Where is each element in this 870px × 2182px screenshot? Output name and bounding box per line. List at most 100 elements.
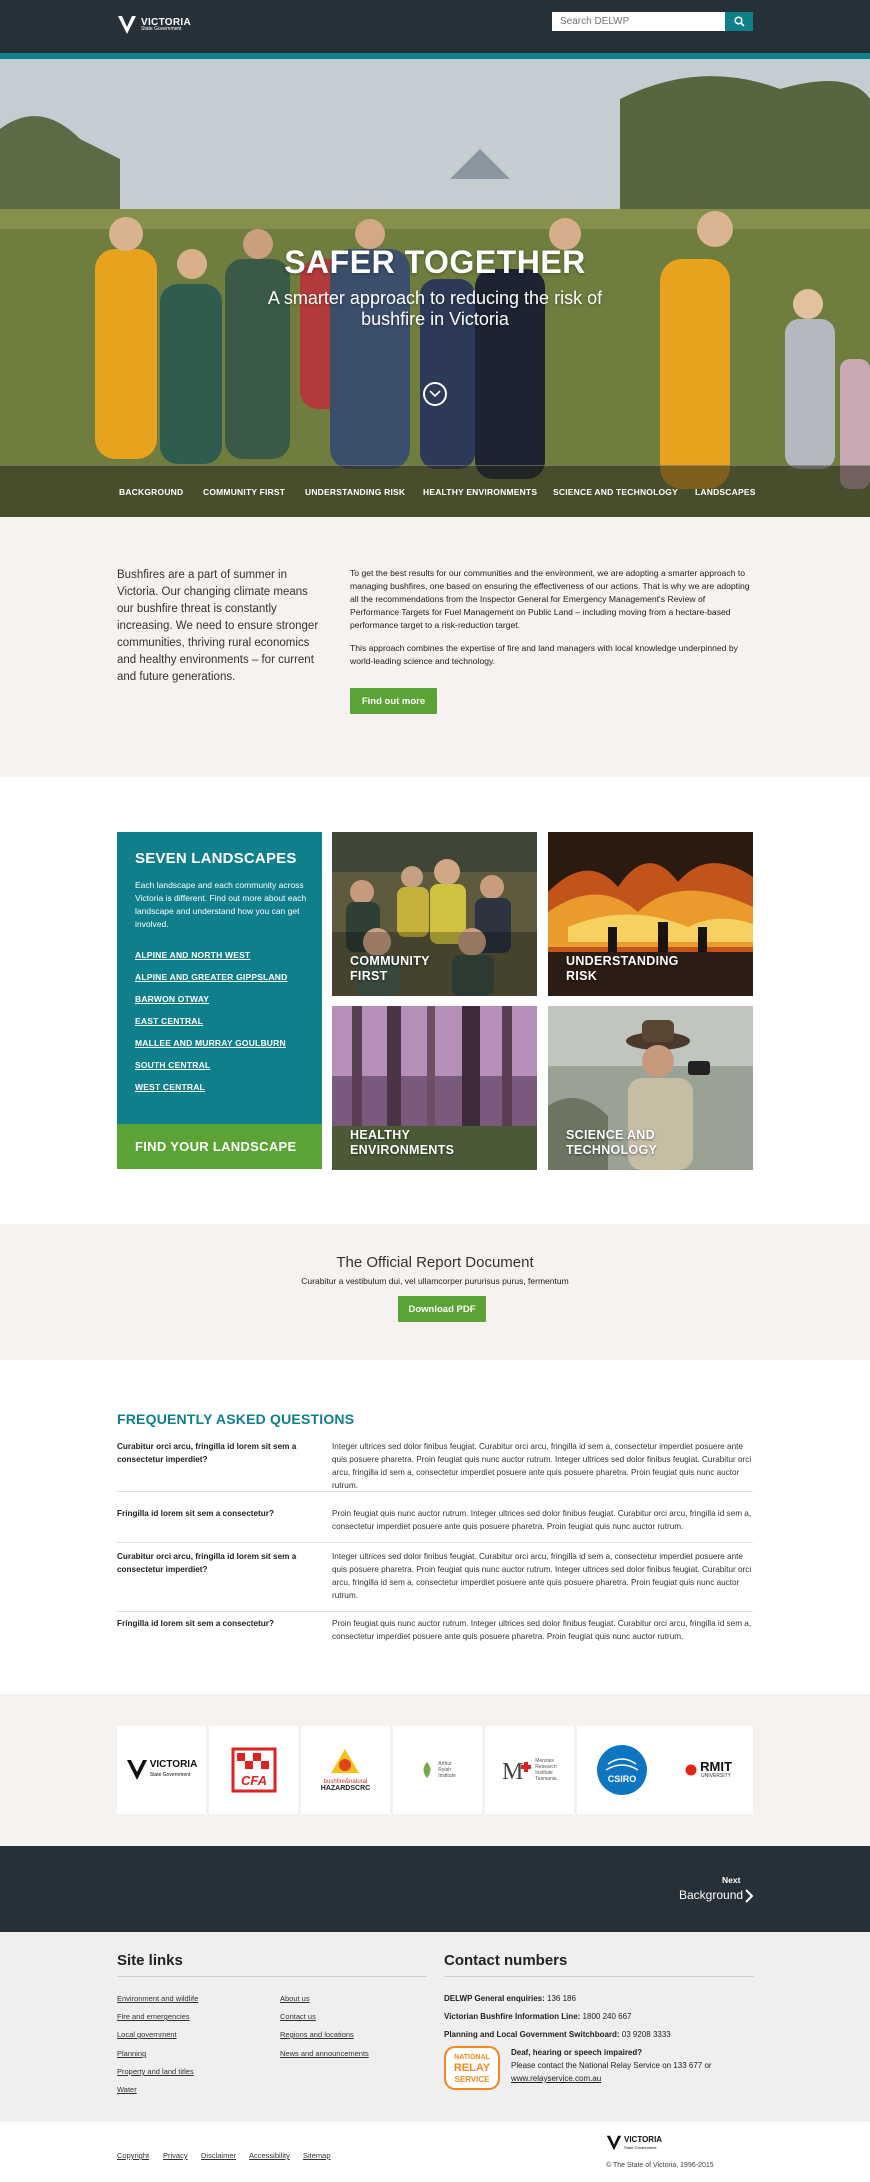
csiro-logo-icon: CSIRO bbox=[596, 1745, 647, 1795]
tile-label: HEALTHY ENVIRONMENTS bbox=[350, 1128, 455, 1157]
footer-victoria-logo[interactable]: VICTORIA State Government bbox=[606, 2134, 662, 2152]
tile-science-and-technology[interactable]: SCIENCE AND TECHNOLOGY bbox=[548, 1006, 753, 1170]
site-header: VICTORIA State Government bbox=[0, 0, 870, 53]
footer-link[interactable]: Planning bbox=[117, 2049, 146, 2058]
menzies-cross-icon: M bbox=[502, 1759, 532, 1783]
disclaimer-link[interactable]: Disclaimer bbox=[201, 2151, 236, 2160]
footer-link[interactable]: Water bbox=[117, 2085, 137, 2094]
cfa-logo-icon: CFA bbox=[231, 1747, 276, 1793]
landscape-links: ALPINE AND NORTH WEST ALPINE AND GREATER… bbox=[135, 950, 287, 1104]
landscape-link-west-central[interactable]: WEST CENTRAL bbox=[135, 1082, 287, 1104]
victoria-logo-mark-icon bbox=[126, 1760, 147, 1780]
hero-banner: SAFER TOGETHER A smarter approach to red… bbox=[0, 59, 870, 517]
landscape-link-barwon-otway[interactable]: BARWON OTWAY bbox=[135, 994, 287, 1016]
nav-background[interactable]: BACKGROUND bbox=[119, 487, 183, 497]
sitemap-link[interactable]: Sitemap bbox=[303, 2151, 331, 2160]
bnhcrc-logo-icon bbox=[331, 1749, 360, 1773]
contact-numbers-title: Contact numbers bbox=[444, 1952, 568, 1969]
svg-text:RELAY: RELAY bbox=[454, 2062, 491, 2074]
svg-text:NATIONAL: NATIONAL bbox=[454, 2054, 490, 2061]
faq-item[interactable]: Fringilla id lorem sit sem a consectetur… bbox=[117, 1507, 753, 1543]
chevron-right-icon bbox=[745, 1889, 754, 1903]
faq-item[interactable]: Curabitur orci arcu, fringilla id lorem … bbox=[117, 1550, 753, 1612]
footer-link[interactable]: Environment and wildlife bbox=[117, 1994, 198, 2003]
search-input[interactable] bbox=[552, 12, 725, 31]
faq-item[interactable]: Curabitur orci arcu, fringilla id lorem … bbox=[117, 1440, 753, 1492]
footer-link[interactable]: Regions and locations bbox=[280, 2030, 354, 2039]
nav-healthy-environments[interactable]: HEALTHY ENVIRONMENTS bbox=[423, 487, 537, 497]
landscape-link-alpine-gippsland[interactable]: ALPINE AND GREATER GIPPSLAND bbox=[135, 972, 287, 994]
partner-csiro-logo[interactable]: CSIRO bbox=[577, 1726, 666, 1814]
tile-label: UNDERSTANDING RISK bbox=[566, 954, 679, 983]
relay-link[interactable]: www.relayservice.com.au bbox=[511, 2074, 601, 2083]
faq-answer: Integer ultrices sed dolor finibus feugi… bbox=[332, 1552, 752, 1600]
next-page-bar[interactable]: Next Background bbox=[0, 1846, 870, 1932]
footer-link[interactable]: Fire and emergencies bbox=[117, 2012, 190, 2021]
partner-cfa-logo[interactable]: CFA bbox=[209, 1726, 298, 1814]
landscapes-description: Each landscape and each community across… bbox=[135, 880, 307, 929]
landscape-link-south-central[interactable]: SOUTH CENTRAL bbox=[135, 1060, 287, 1082]
find-your-landscape-button[interactable]: FIND YOUR LANDSCAPE bbox=[117, 1124, 322, 1169]
tile-understanding-risk[interactable]: UNDERSTANDING RISK bbox=[548, 832, 753, 996]
faq-question: Curabitur orci arcu, fringilla id lorem … bbox=[117, 1442, 297, 1464]
landscape-link-mallee-murray-goulburn[interactable]: MALLEE AND MURRAY GOULBURN bbox=[135, 1038, 287, 1060]
landscape-link-east-central[interactable]: EAST CENTRAL bbox=[135, 1016, 287, 1038]
partner-arthur-rylah-logo[interactable]: Arthur Rylah Institute bbox=[393, 1726, 482, 1814]
contact-line: Planning and Local Government Switchboar… bbox=[444, 2030, 671, 2039]
partner-victoria-logo[interactable]: VICTORIA State Government bbox=[117, 1726, 206, 1814]
faq-item[interactable]: Fringilla id lorem sit sem a consectetur… bbox=[117, 1617, 753, 1653]
contact-line: Victorian Bushfire Information Line: 180… bbox=[444, 2012, 632, 2021]
svg-text:CSIRO: CSIRO bbox=[607, 1774, 636, 1784]
partner-menzies-logo[interactable]: M Menzies Research Institute Tasmania bbox=[485, 1726, 574, 1814]
leaf-icon bbox=[423, 1762, 431, 1778]
intro-paragraph-1: To get the best results for our communit… bbox=[350, 568, 750, 630]
rmit-logo-icon bbox=[685, 1764, 697, 1776]
footer-link[interactable]: Local government bbox=[117, 2030, 177, 2039]
nav-science-and-technology[interactable]: SCIENCE AND TECHNOLOGY bbox=[553, 487, 678, 497]
faq-answer: Integer ultrices sed dolor finibus feugi… bbox=[332, 1442, 752, 1490]
divider bbox=[117, 1976, 427, 1977]
footer-link[interactable]: About us bbox=[280, 1994, 310, 2003]
tile-community-first[interactable]: COMMUNITY FIRST bbox=[332, 832, 537, 996]
landscape-link-alpine-north-west[interactable]: ALPINE AND NORTH WEST bbox=[135, 950, 287, 972]
faq-answer: Proin feugiat quis nunc auctor rutrum. I… bbox=[332, 1619, 752, 1641]
nav-landscapes[interactable]: LANDSCAPES bbox=[695, 487, 756, 497]
footer-link[interactable]: Property and land titles bbox=[117, 2067, 194, 2076]
partner-bnhcrc-logo[interactable]: bushfire&natural HAZARDSCRC bbox=[301, 1726, 390, 1814]
svg-text:M: M bbox=[502, 1759, 523, 1783]
find-out-more-button[interactable]: Find out more bbox=[350, 688, 437, 714]
intro-section: Bushfires are a part of summer in Victor… bbox=[0, 517, 870, 777]
faq-question: Fringilla id lorem sit sem a consectetur… bbox=[117, 1509, 274, 1518]
contact-line: DELWP General enquiries: 136 186 bbox=[444, 1994, 576, 2003]
tile-healthy-environments[interactable]: HEALTHY ENVIRONMENTS bbox=[332, 1006, 537, 1170]
tile-label: SCIENCE AND TECHNOLOGY bbox=[566, 1128, 658, 1157]
svg-text:SERVICE: SERVICE bbox=[455, 2075, 491, 2084]
report-subtitle: Curabitur a vestibulum dui, vel ullamcor… bbox=[301, 1276, 569, 1286]
partner-rmit-logo[interactable]: RMIT UNIVERSITY bbox=[664, 1726, 753, 1814]
privacy-link[interactable]: Privacy bbox=[163, 2151, 188, 2160]
scroll-down-button[interactable] bbox=[423, 382, 447, 406]
nav-understanding-risk[interactable]: UNDERSTANDING RISK bbox=[305, 487, 405, 497]
footer-link[interactable]: News and announcements bbox=[280, 2049, 369, 2058]
download-pdf-button[interactable]: Download PDF bbox=[398, 1296, 486, 1322]
intro-paragraph-2: This approach combines the expertise of … bbox=[350, 643, 738, 666]
search-button[interactable] bbox=[725, 12, 753, 31]
seven-landscapes-panel: SEVEN LANDSCAPES Each landscape and each… bbox=[117, 832, 322, 1130]
faq-answer: Proin feugiat quis nunc auctor rutrum. I… bbox=[332, 1509, 752, 1531]
search-icon bbox=[733, 16, 745, 27]
report-title: The Official Report Document bbox=[336, 1254, 534, 1271]
victoria-logo[interactable]: VICTORIA State Government bbox=[117, 14, 191, 36]
copyright-link[interactable]: Copyright bbox=[117, 2151, 149, 2160]
relay-service-info: Deaf, hearing or speech impaired? Please… bbox=[511, 2046, 751, 2085]
bottom-bar: Copyright Privacy Disclaimer Accessibili… bbox=[0, 2122, 870, 2182]
national-relay-service-logo: NATIONAL RELAY SERVICE bbox=[444, 2046, 500, 2090]
footer-link[interactable]: Contact us bbox=[280, 2012, 316, 2021]
intro-lead-text: Bushfires are a part of summer in Victor… bbox=[117, 569, 319, 683]
accessibility-link[interactable]: Accessibility bbox=[249, 2151, 290, 2160]
victoria-logo-mark-icon bbox=[606, 2135, 622, 2151]
relay-text: Please contact the National Relay Servic… bbox=[511, 2061, 712, 2070]
victoria-logo-mark-icon bbox=[118, 16, 136, 34]
faq-question: Curabitur orci arcu, fringilla id lorem … bbox=[117, 1552, 297, 1574]
nav-community-first[interactable]: COMMUNITY FIRST bbox=[203, 487, 285, 497]
faq-question: Fringilla id lorem sit sem a consectetur… bbox=[117, 1619, 274, 1628]
